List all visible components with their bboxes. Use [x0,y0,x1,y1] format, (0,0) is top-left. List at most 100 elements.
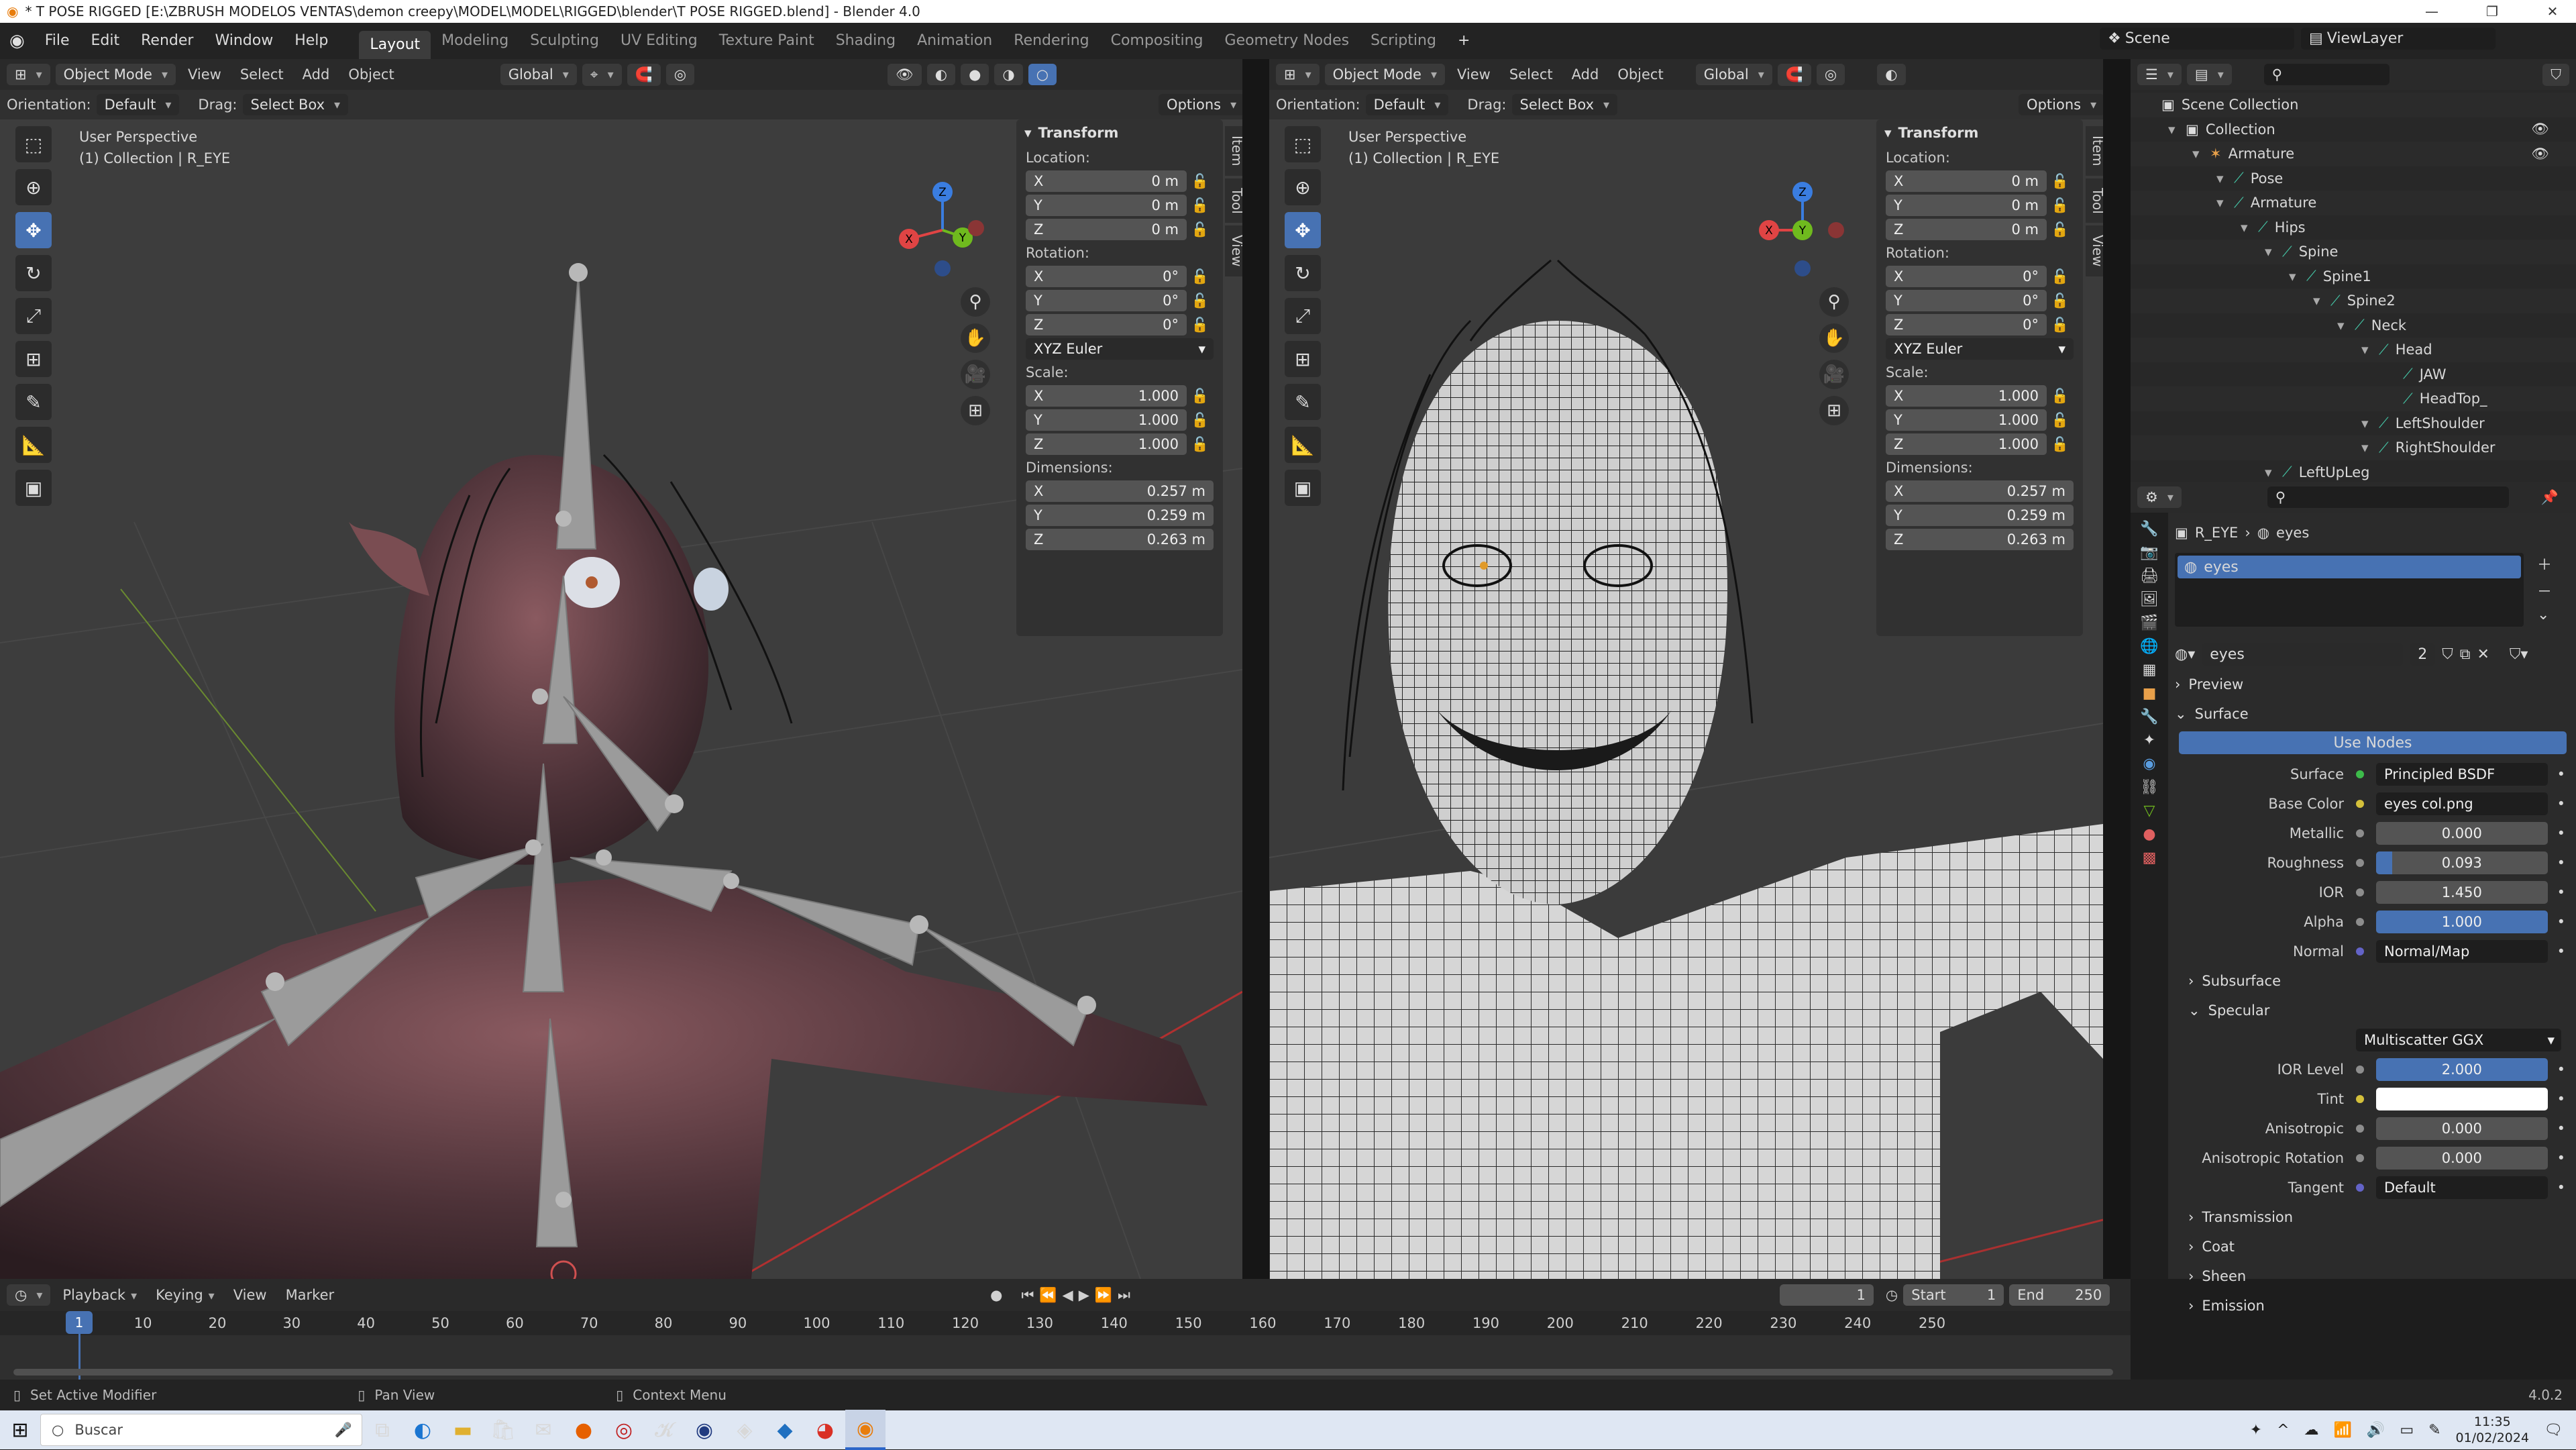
data-tab-icon[interactable]: ▽ [2144,802,2155,819]
lock-icon[interactable]: 🔓 [2047,268,2074,285]
outliner-row[interactable]: ▾ ⟋ LeftShoulder [2131,411,2576,436]
outliner-row[interactable]: ▾ ⟋ Hips [2131,215,2576,240]
use-nodes-button[interactable]: Use Nodes [2179,731,2567,754]
add-cube-tool-icon[interactable]: ▣ [1285,470,1321,506]
annotate-tool-icon[interactable]: ✎ [15,384,52,420]
expand-chevron-icon[interactable]: ▾ [2216,170,2234,187]
drag-dropdown[interactable]: Select Box [242,94,349,115]
keyframe-dot-icon[interactable]: • [2557,1121,2565,1137]
sidebar-tab-view[interactable]: View [2086,225,2103,276]
viewport-left-canvas[interactable]: ⬚ ⊕ ✥ ↻ ⤢ ⊞ ✎ 📐 ▣ User Perspective (1) C… [0,119,1242,1279]
editor-type-button[interactable]: ⊞ [7,64,50,85]
keyframe-dot-icon[interactable]: • [2557,1061,2565,1078]
cloud-icon[interactable]: ☁ [2304,1422,2319,1439]
lock-icon[interactable]: 🔓 [2047,173,2074,190]
edge-icon[interactable]: ◐ [402,1410,443,1450]
lock-icon[interactable]: 🔓 [2047,221,2074,238]
lock-icon[interactable]: 🔓 [2047,293,2074,309]
start-frame-field[interactable]: Start 1 [1903,1284,2004,1306]
keyframe-dot-icon[interactable]: • [2557,1180,2565,1196]
add-menu[interactable]: Add [1565,66,1606,83]
clock-icon[interactable]: ◷ [1886,1287,1898,1303]
store-icon[interactable]: 🛍 [483,1410,523,1450]
tab-texture-paint[interactable]: Texture Paint [708,23,825,59]
expand-chevron-icon[interactable]: ▾ [2313,293,2330,309]
expand-chevron-icon[interactable]: ▾ [2192,146,2210,162]
outliner-row[interactable]: ▾ ⟋ Spine1 [2131,264,2576,289]
add-slot-button[interactable]: ＋ [2537,553,2552,574]
transform-orientation-dropdown[interactable]: Global [500,64,577,85]
location-y-field[interactable]: Y 0 m [1886,195,2047,216]
shading-solid-button[interactable]: ● [961,64,989,85]
outliner-row[interactable]: ▾ ⟋ LeftUpLeg [2131,460,2576,485]
outliner-row[interactable]: ▾ ⟋ Armature [2131,191,2576,215]
scale-tool-icon[interactable]: ⤢ [1285,298,1321,334]
tool-tab-icon[interactable]: 🔧 [2140,521,2158,537]
app-icon-1[interactable]: ◎ [604,1410,644,1450]
expand-chevron-icon[interactable]: ▾ [2168,121,2186,138]
outliner-row[interactable]: ▣ Scene Collection [2131,93,2576,117]
object-tab-icon[interactable]: ■ [2143,685,2157,702]
material-filter-icon[interactable]: ⛉▾ [2510,646,2528,663]
timeline-track[interactable]: 10 20 30 40 50 60 70 80 90 100 110 120 130 140 150 160 1… [0,1311,2131,1380]
view-menu[interactable]: View [181,66,228,83]
lock-icon[interactable]: 🔓 [2047,197,2074,214]
property-base-color-field[interactable]: eyes col.png [2376,792,2548,815]
scale-y-field[interactable]: Y 1.000 [1886,409,2047,431]
property-tangent-field[interactable]: Default [2376,1176,2548,1199]
property-ior-field[interactable]: 1.450 [2376,881,2548,904]
current-frame-field[interactable]: 1 [1779,1284,1874,1306]
windows-start-icon[interactable]: ⊞ [0,1410,40,1450]
modifier-tab-icon[interactable]: 🔧 [2140,709,2158,725]
add-workspace-button[interactable]: + [1447,23,1481,59]
editor-type-button[interactable]: ◷ [7,1284,51,1306]
editor-type-button[interactable]: ☰ [2137,64,2182,85]
cursor-tool-icon[interactable]: ⊕ [15,169,52,205]
expand-chevron-icon[interactable]: ▾ [2241,219,2258,236]
transform-tool-icon[interactable]: ⊞ [15,341,52,377]
camera-icon[interactable]: 🎥 [961,360,990,389]
outliner-row[interactable]: ▾ ⟋ Spine [2131,240,2576,264]
outliner-row[interactable]: ⟋ HeadTop_ [2131,386,2576,411]
viewport-right[interactable]: ⊞ Object Mode View Select Add Object Glo… [1269,59,2103,1279]
viewport-visibility-button[interactable]: 👁 [888,63,922,86]
lock-icon[interactable]: 🔓 [1187,221,1214,238]
orientation-dropdown[interactable]: Default [96,94,180,115]
editor-type-button[interactable]: ⚙ [2137,486,2182,508]
collapse-chevron-icon[interactable]: ▾ [1024,125,1032,141]
firefox-icon[interactable]: ● [564,1410,604,1450]
scene-selector[interactable]: ❖ Scene [2100,28,2294,50]
property-normal-field[interactable]: Normal/Map [2376,940,2548,963]
menu-edit[interactable]: Edit [80,23,131,59]
frame-ruler[interactable]: 10 20 30 40 50 60 70 80 90 100 110 120 130 140 150 160 1… [0,1311,2131,1335]
object-menu[interactable]: Object [341,66,400,83]
sidebar-tab-item[interactable]: Item [1225,126,1242,176]
pen-icon[interactable]: ✎ [2428,1422,2440,1439]
specular-section[interactable]: ⌄ Specular [2175,996,2571,1025]
dimensions-z-field[interactable]: Z 0.263 m [1886,529,2074,550]
expand-chevron-icon[interactable]: ▾ [2265,464,2282,480]
tab-shading[interactable]: Shading [825,23,906,59]
object-menu[interactable]: Object [1611,66,1670,83]
editor-type-button[interactable]: ⊞ [1276,64,1320,85]
zoom-icon[interactable]: ⚲ [1819,287,1849,317]
task-view-icon[interactable]: ⧉ [362,1410,402,1450]
sidebar-tab-tool[interactable]: Tool [2086,178,2103,223]
battery-icon[interactable]: ▭ [2400,1422,2414,1439]
area-divider[interactable] [2103,59,2131,1279]
record-button[interactable]: ● [990,1287,1002,1303]
property-metallic-field[interactable]: 0.000 [2376,822,2548,845]
viewport-left[interactable]: ⊞ Object Mode View Select Add Object Glo… [0,59,1242,1279]
distribution-dropdown[interactable]: Multiscatter GGX ▾ [2356,1029,2561,1051]
shading-rendered-button[interactable]: ○ [1028,64,1057,85]
outliner-search[interactable]: ⚲ [2263,64,2390,85]
collection-tab-icon[interactable]: ▦ [2143,662,2157,678]
tab-sculpting[interactable]: Sculpting [519,23,610,59]
property-alpha-field[interactable]: 1.000 [2376,911,2548,933]
rotate-tool-icon[interactable]: ↻ [1285,255,1321,291]
render-tab-icon[interactable]: 📷 [2140,544,2158,561]
expand-chevron-icon[interactable]: ▾ [2361,415,2379,431]
subsurface-section[interactable]: › Subsurface [2175,966,2571,996]
tab-modeling[interactable]: Modeling [431,23,519,59]
clock[interactable]: 11:35 01/02/2024 [2456,1414,2530,1446]
